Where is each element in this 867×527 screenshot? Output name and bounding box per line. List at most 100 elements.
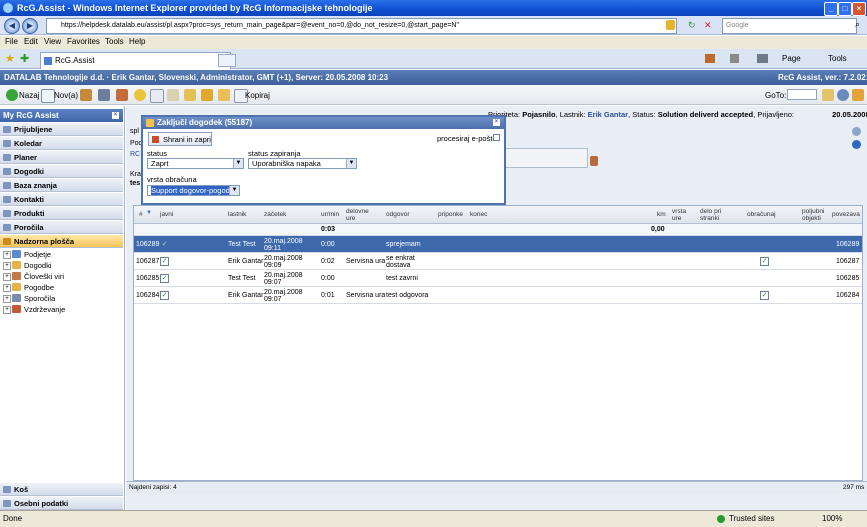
new-button[interactable]: Nov(a) [54, 91, 78, 100]
col-billing[interactable]: obračunaj [747, 211, 776, 218]
attach-icon[interactable] [167, 89, 179, 101]
search-input[interactable]: Google [722, 18, 857, 34]
closing-status-select[interactable]: Uporabniška napaka ▼ [248, 158, 357, 169]
notes-icon[interactable] [184, 89, 196, 101]
info-icon[interactable] [852, 140, 861, 149]
sidebar-item-baza-znanja[interactable]: Baza znanja [0, 179, 123, 192]
url-field[interactable]: https://helpdesk.datalab.eu/assist/pl.as… [46, 18, 677, 34]
menu-edit[interactable]: Edit [24, 37, 38, 46]
billing-checkbox[interactable]: ✓ [760, 291, 769, 300]
col-hours-type[interactable]: vrsta ure [672, 208, 692, 222]
expand-icon[interactable]: + [3, 284, 11, 292]
copy-button[interactable]: Kopiraj [245, 91, 270, 100]
sidebar-item-kos[interactable]: Koš [0, 483, 123, 496]
expand-icon[interactable]: + [3, 251, 11, 259]
col-work-hours[interactable]: delovne ure [346, 208, 376, 222]
lock-icon[interactable] [666, 20, 675, 30]
col-attachments[interactable]: priponke [438, 211, 463, 218]
stop-icon[interactable]: ✕ [704, 20, 714, 30]
search-icon[interactable]: ⌕ [855, 19, 860, 30]
sidebar-item-dogodki[interactable]: Dogodki [0, 165, 123, 178]
help-icon[interactable] [852, 127, 861, 136]
zoom-level[interactable]: 100% [822, 511, 842, 527]
col-km[interactable]: km [657, 211, 666, 218]
table-row[interactable]: 106289 ✓ Test Test 20.maj.2008 09:11 0:0… [134, 236, 862, 253]
billing-checkbox[interactable]: ✓ [760, 257, 769, 266]
tab-rcg-assist[interactable]: RcG.Assist [40, 52, 231, 69]
col-start[interactable]: začetek [264, 211, 286, 218]
sidebar-item-osebni-podatki[interactable]: Osebni podatki [0, 497, 123, 510]
expand-icon[interactable]: + [3, 262, 11, 270]
back-icon[interactable] [6, 89, 18, 101]
back-nav-button[interactable]: ◀ [4, 18, 20, 34]
menu-tools[interactable]: Tools [105, 37, 124, 46]
row-link[interactable]: 106289 [836, 241, 859, 248]
col-optional-objects[interactable]: poljubni objekti [802, 208, 832, 222]
menu-favorites[interactable]: Favorites [67, 37, 100, 46]
sidebar-item-produkti[interactable]: Produkti [0, 207, 123, 220]
status-select[interactable]: Zaprt ▼ [147, 158, 244, 169]
process-email-checkbox[interactable] [493, 134, 500, 141]
chevron-down-icon[interactable]: ▼ [346, 159, 356, 168]
sidebar-item-nadzorna-plosca[interactable]: Nadzorna plošča [0, 235, 123, 248]
menu-view[interactable]: View [44, 37, 61, 46]
expand-icon[interactable]: + [3, 295, 11, 303]
lock-app-icon[interactable] [201, 89, 213, 101]
refresh-app-icon[interactable] [837, 89, 849, 101]
tree-item-dogodki[interactable]: + Dogodki [0, 260, 123, 271]
col-link[interactable]: povezava [832, 211, 860, 218]
col-public[interactable]: javni [160, 211, 173, 218]
mail-icon[interactable] [98, 89, 110, 101]
public-checkbox[interactable]: ✓ [160, 240, 169, 249]
sidebar-item-kontakti[interactable]: Kontakti [0, 193, 123, 206]
page-menu[interactable]: Page [782, 54, 801, 63]
chevron-down-icon[interactable]: ▼ [233, 159, 243, 168]
tree-item-podjetje[interactable]: + Podjetje [0, 249, 123, 260]
security-zone[interactable]: Trusted sites [729, 511, 775, 527]
close-sidebar-icon[interactable]: × [112, 112, 119, 119]
home-app-icon[interactable] [80, 89, 92, 101]
print-icon[interactable] [757, 54, 768, 63]
col-num[interactable]: # [139, 211, 143, 218]
menu-file[interactable]: File [5, 37, 18, 46]
table-row[interactable]: 106287 ✓ Erik Gantar 20.maj.2008 09:09 0… [134, 253, 862, 270]
tools-menu[interactable]: Tools [828, 54, 847, 63]
table-row[interactable]: 106284 ✓ Erik Gantar 20.maj.2008 09:07 0… [134, 287, 862, 304]
sidebar-item-porocila[interactable]: Poročila [0, 221, 123, 234]
expand-icon[interactable]: + [3, 306, 11, 314]
public-checkbox[interactable]: ✓ [160, 291, 169, 300]
dialog-close-icon[interactable]: × [493, 119, 500, 126]
tree-item-sporocila[interactable]: + Sporočila [0, 293, 123, 304]
col-end[interactable]: konec [470, 211, 487, 218]
tree-item-vzdrzevanje[interactable]: + Vzdrževanje [0, 304, 123, 315]
billing-type-select[interactable]: Support dogovor-pogodba ▼ [147, 185, 240, 196]
favorites-star-icon[interactable]: ★ [5, 52, 15, 65]
chevron-down-icon[interactable]: ▼ [229, 186, 239, 195]
new-icon[interactable] [41, 89, 55, 103]
document-icon[interactable] [150, 89, 164, 103]
forward-nav-button[interactable]: ▶ [22, 18, 38, 34]
expand-icon[interactable]: + [3, 273, 11, 281]
tree-item-pogodbe[interactable]: + Pogodbe [0, 282, 123, 293]
row-link[interactable]: 106287 [836, 258, 859, 265]
minimize-button[interactable]: _ [824, 2, 838, 16]
table-row[interactable]: 106285 ✓ Test Test 20.maj.2008 09:07 0:0… [134, 270, 862, 287]
refresh-icon[interactable]: ↻ [688, 20, 698, 30]
sidebar-item-planer[interactable]: Planer [0, 151, 123, 164]
row-link[interactable]: 106285 [836, 275, 859, 282]
tree-item-cloveski-viri[interactable]: + Človeški viri [0, 271, 123, 282]
col-answer[interactable]: odgovor [386, 211, 410, 218]
menu-help[interactable]: Help [129, 37, 145, 46]
close-window-button[interactable]: × [852, 2, 866, 16]
bulb-icon[interactable] [134, 89, 146, 101]
col-owner[interactable]: lastnik [228, 211, 246, 218]
public-checkbox[interactable]: ✓ [160, 257, 169, 266]
goto-input[interactable] [787, 89, 817, 100]
col-at-client[interactable]: delo pri stranki [700, 208, 730, 222]
sidebar-item-koledar[interactable]: Koledar [0, 137, 123, 150]
sort-down-icon[interactable]: ▼ [146, 210, 152, 216]
row-link[interactable]: 106284 [836, 292, 859, 299]
feeds-icon[interactable] [730, 54, 739, 63]
public-checkbox[interactable]: ✓ [160, 274, 169, 283]
users-icon[interactable] [116, 89, 128, 101]
